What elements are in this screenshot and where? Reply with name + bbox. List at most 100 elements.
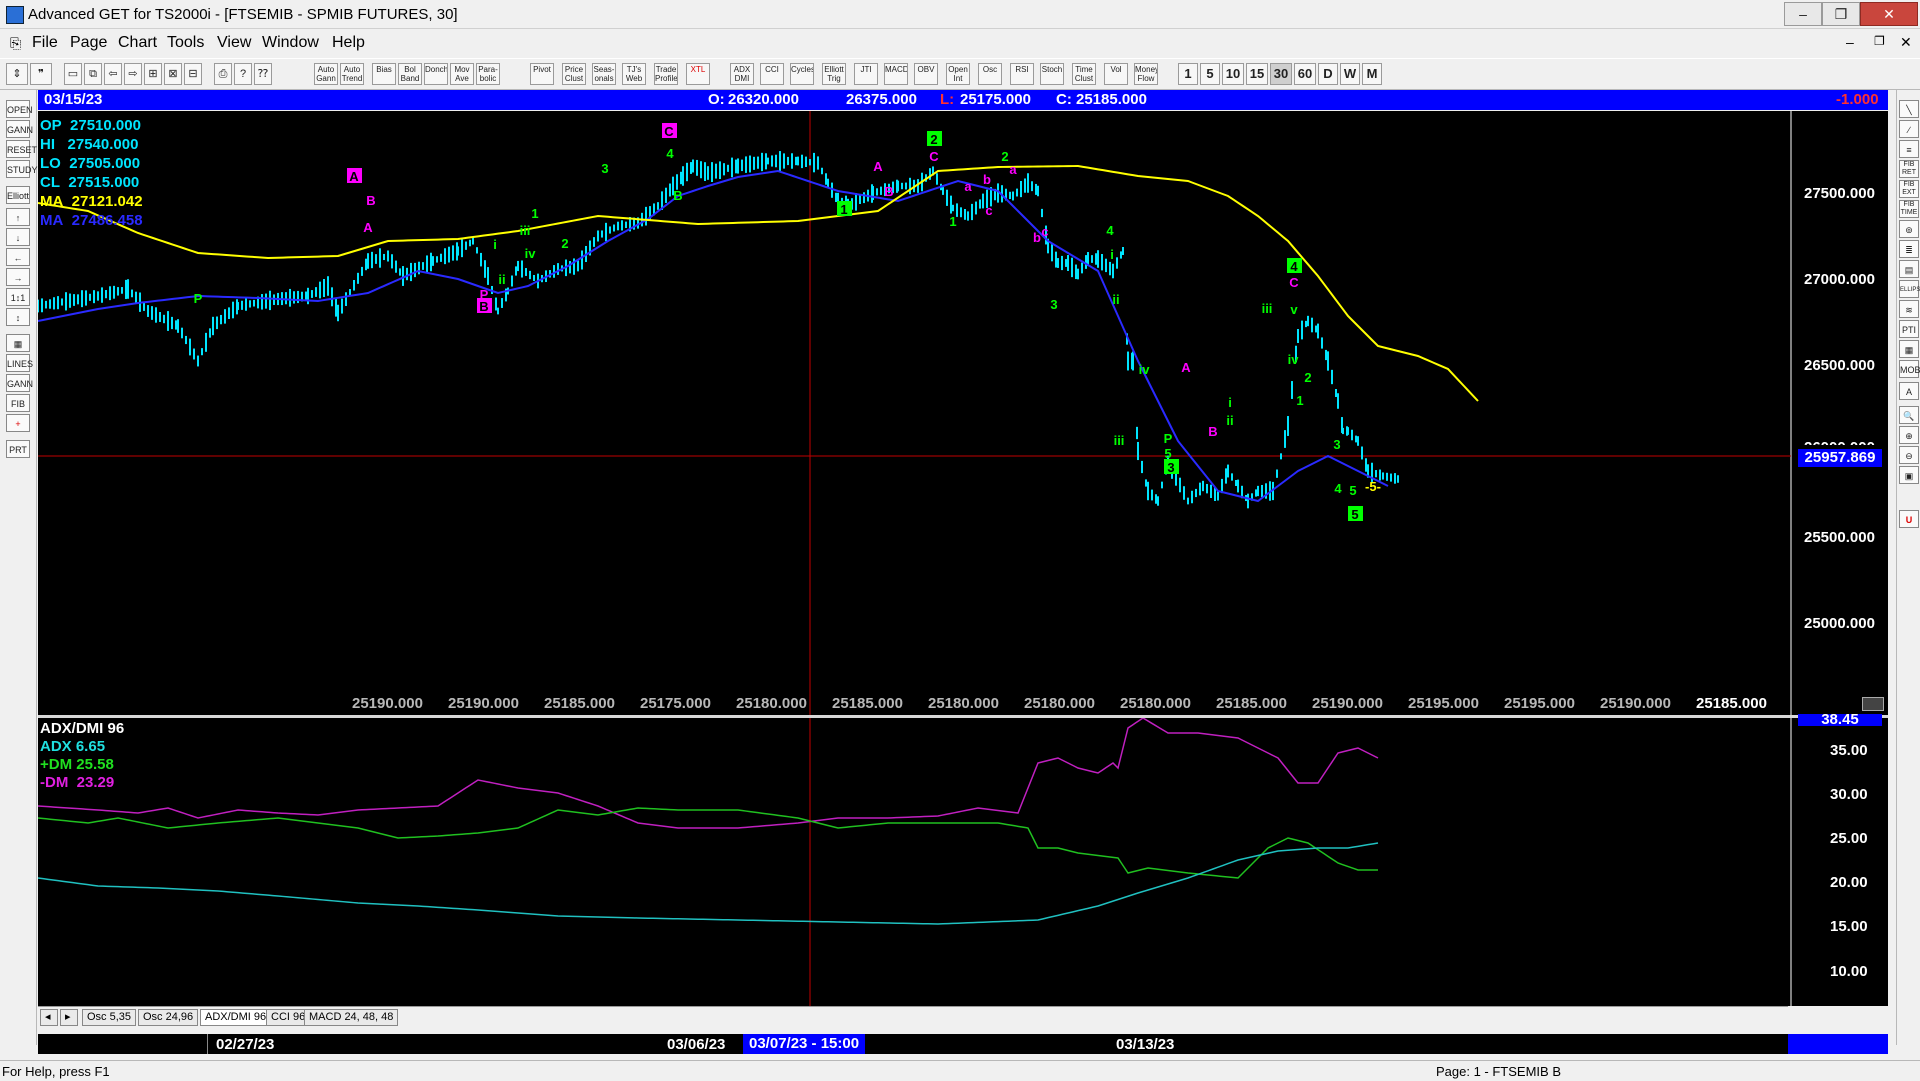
undo-tool[interactable]: U (1899, 510, 1919, 528)
period-d-button[interactable]: D (1318, 63, 1338, 85)
layout-icon[interactable]: ⊟ (184, 63, 202, 85)
study-button[interactable]: Donch (424, 63, 448, 85)
back-icon[interactable]: ⇦ (104, 63, 122, 85)
elliott-tool[interactable]: Elliott (6, 186, 30, 204)
period-60-button[interactable]: 60 (1294, 63, 1316, 85)
trendline-down-tool[interactable]: ╲ (1899, 100, 1919, 118)
study-button[interactable]: CCI (760, 63, 784, 85)
tab-osc-24-96[interactable]: Osc 24,96 (138, 1009, 199, 1026)
ratio-tool[interactable]: 1↕1 (6, 288, 30, 306)
right-arrow-icon[interactable]: → (6, 268, 30, 286)
period-10-button[interactable]: 10 (1222, 63, 1244, 85)
cross-icon[interactable]: ⊠ (164, 63, 182, 85)
study-button[interactable]: Cycles (790, 63, 814, 85)
period-30-button[interactable]: 30 (1270, 63, 1292, 85)
grid-icon[interactable]: ⊞ (144, 63, 162, 85)
copy-icon[interactable]: ⧉ (84, 63, 102, 85)
print-icon[interactable]: ⎙ (214, 63, 232, 85)
period-m-button[interactable]: M (1362, 63, 1382, 85)
gann-fan-tool[interactable]: GANN (6, 374, 33, 392)
fan-tool[interactable]: ≣ (1899, 240, 1919, 258)
study-button[interactable]: Para-bolic (476, 63, 500, 85)
fib-retracement-tool[interactable]: FIB RET (1899, 160, 1919, 178)
menu-page[interactable]: Page (70, 34, 107, 52)
expand-tool[interactable]: ↕ (6, 308, 30, 326)
tab-scroll-left-icon[interactable]: ◂ (40, 1009, 58, 1026)
wave-tool[interactable]: ≋ (1899, 300, 1919, 318)
menu-help[interactable]: Help (332, 34, 365, 52)
grid-right-tool[interactable]: ▦ (1899, 340, 1919, 358)
reset-tool[interactable]: RESET (6, 140, 37, 158)
zoom-icon[interactable]: 🔍 (1899, 406, 1919, 424)
minimize-button[interactable]: ‒ (1784, 2, 1822, 26)
study-tool[interactable]: STUDY (6, 160, 38, 178)
fib-extension-tool[interactable]: FIB EXT (1899, 180, 1919, 198)
study-button[interactable]: XTL (686, 63, 710, 85)
period-w-button[interactable]: W (1340, 63, 1360, 85)
zoom-out-icon[interactable]: ⊖ (1899, 446, 1919, 464)
study-button[interactable]: Pivot (530, 63, 554, 85)
close-button[interactable]: ✕ (1860, 2, 1918, 26)
help-icon[interactable]: ? (234, 63, 252, 85)
menu-view[interactable]: View (217, 34, 251, 52)
study-button[interactable]: Auto Gann (314, 63, 338, 85)
study-button[interactable]: Mov Ave (450, 63, 474, 85)
study-button[interactable]: Open Int (946, 63, 970, 85)
context-help-icon[interactable]: ⁇ (254, 63, 272, 85)
lines-tool[interactable]: LINES (6, 354, 33, 372)
forward-icon[interactable]: ⇨ (124, 63, 142, 85)
study-button[interactable]: Stoch (1040, 63, 1064, 85)
left-arrow-icon[interactable]: ← (6, 248, 30, 266)
box-tool[interactable]: ▤ (1899, 260, 1919, 278)
study-button[interactable]: Seas-onals (592, 63, 616, 85)
fib-time-tool[interactable]: FIB TIME (1899, 200, 1919, 218)
study-button[interactable]: RSI (1010, 63, 1034, 85)
tab-osc-5-35[interactable]: Osc 5,35 (82, 1009, 137, 1026)
menu-file[interactable]: File (32, 34, 58, 52)
tab-adx-dmi-96[interactable]: ADX/DMI 96 (200, 1009, 272, 1026)
menu-window[interactable]: Window (262, 34, 319, 52)
child-minimize-button[interactable]: ‒ (1846, 34, 1854, 50)
grid-tool[interactable]: ▦ (6, 334, 30, 352)
child-close-button[interactable]: ✕ (1900, 34, 1912, 51)
crosshair-tool[interactable]: + (6, 414, 30, 432)
tab-scroll-right-icon[interactable]: ▸ (60, 1009, 78, 1026)
pti-tool[interactable]: PTI (1899, 320, 1919, 338)
price-chart[interactable]: P A B A P Bi ii iii iv 1 2 3 4 C B A B 1 2 Ca b c 1 2 a b c 3 4 i ii ii… (38, 111, 1888, 715)
period-15-button[interactable]: 15 (1246, 63, 1268, 85)
page-tool[interactable]: ▣ (1899, 466, 1919, 484)
zoom-in-icon[interactable]: ⊕ (1899, 426, 1919, 444)
scale-icon[interactable] (1862, 697, 1884, 711)
print-tool[interactable]: PRT (6, 440, 30, 458)
text-tool[interactable]: A (1899, 382, 1919, 400)
study-button[interactable]: ADX DMI (730, 63, 754, 85)
child-restore-button[interactable]: ❐ (1874, 34, 1885, 48)
circle-tool[interactable]: ⊚ (1899, 220, 1919, 238)
menu-tools[interactable]: Tools (167, 34, 204, 52)
study-button[interactable]: Bias (372, 63, 396, 85)
study-button[interactable]: TJ's Web (622, 63, 646, 85)
channel-tool[interactable]: ≡ (1899, 140, 1919, 158)
period-1-button[interactable]: 1 (1178, 63, 1198, 85)
new-icon[interactable]: ▭ (64, 63, 82, 85)
period-5-button[interactable]: 5 (1200, 63, 1220, 85)
study-button[interactable]: Elliott Trig (822, 63, 846, 85)
pointer-tool-button[interactable]: ⇕ (6, 63, 28, 85)
study-button[interactable]: Bol Band (398, 63, 422, 85)
study-button[interactable]: OBV (914, 63, 938, 85)
mob-tool[interactable]: MOB (1899, 360, 1920, 378)
study-button[interactable]: Time Clust (1072, 63, 1096, 85)
up-arrow-icon[interactable]: ↑ (6, 208, 30, 226)
study-button[interactable]: JTI (854, 63, 878, 85)
study-button[interactable]: Auto Trend (340, 63, 364, 85)
adx-dmi-pane[interactable]: ADX/DMI 96 ADX 6.65 +DM 25.58 -DM 23.29 … (38, 714, 1888, 1006)
trendline-up-tool[interactable]: ∕ (1899, 120, 1919, 138)
study-button[interactable]: Money Flow (1134, 63, 1158, 85)
study-button[interactable]: Vol (1104, 63, 1128, 85)
menu-chart[interactable]: Chart (118, 34, 157, 52)
gann-tool[interactable]: GANN (6, 120, 33, 138)
tab-macd[interactable]: MACD 24, 48, 48 (304, 1009, 399, 1026)
study-button[interactable]: Price Clust (562, 63, 586, 85)
maximize-button[interactable]: ❐ (1822, 2, 1860, 26)
study-button[interactable]: Osc (978, 63, 1002, 85)
